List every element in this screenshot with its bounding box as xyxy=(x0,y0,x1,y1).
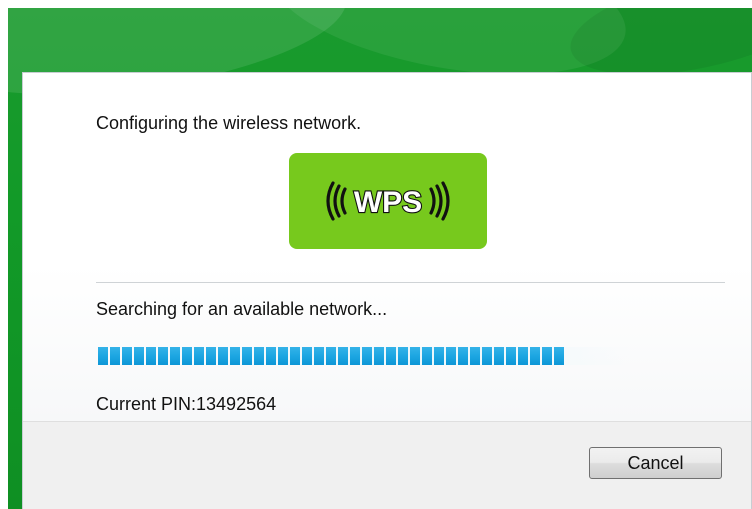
dialog-content: Configuring the wireless network. WPS Se… xyxy=(23,73,751,421)
progress-segment xyxy=(422,347,432,365)
cancel-button[interactable]: Cancel xyxy=(589,447,722,479)
progress-segment xyxy=(458,347,468,365)
progress-segment xyxy=(530,347,540,365)
progress-segment xyxy=(146,347,156,365)
progress-segment xyxy=(326,347,336,365)
progress-segment xyxy=(410,347,420,365)
status-text: Searching for an available network... xyxy=(96,299,388,319)
progress-segment xyxy=(194,347,204,365)
progress-segment xyxy=(134,347,144,365)
progress-segment xyxy=(110,347,120,365)
progress-segment xyxy=(158,347,168,365)
progress-segment xyxy=(122,347,132,365)
progress-segment xyxy=(98,347,108,365)
progress-segment xyxy=(206,347,216,365)
progress-segment xyxy=(482,347,492,365)
current-pin-text: Current PIN:13492564 xyxy=(96,394,277,414)
progress-segment xyxy=(314,347,324,365)
dialog-heading: Configuring the wireless network. xyxy=(96,113,362,133)
progress-segment xyxy=(302,347,312,365)
wps-dialog: Configuring the wireless network. WPS Se… xyxy=(22,72,752,509)
progress-segment xyxy=(386,347,396,365)
progress-segment xyxy=(290,347,300,365)
progress-fill xyxy=(98,347,566,365)
progress-segment xyxy=(254,347,264,365)
wps-logo-icon: WPS xyxy=(289,153,487,249)
progress-segment xyxy=(338,347,348,365)
progress-segment xyxy=(350,347,360,365)
progress-segment xyxy=(230,347,240,365)
progress-segment xyxy=(398,347,408,365)
progress-segment xyxy=(506,347,516,365)
progress-segment xyxy=(554,347,564,365)
progress-segment xyxy=(170,347,180,365)
progress-segment xyxy=(518,347,528,365)
progress-bar xyxy=(98,347,630,365)
progress-segment xyxy=(242,347,252,365)
dialog-footer: Cancel xyxy=(23,421,751,509)
progress-segment xyxy=(278,347,288,365)
progress-segment xyxy=(374,347,384,365)
separator-line xyxy=(96,282,725,283)
progress-segment xyxy=(266,347,276,365)
progress-segment xyxy=(470,347,480,365)
progress-segment xyxy=(542,347,552,365)
progress-segment xyxy=(362,347,372,365)
progress-segment xyxy=(434,347,444,365)
progress-segment xyxy=(494,347,504,365)
progress-segment xyxy=(218,347,228,365)
wps-logo-graphic: WPS xyxy=(326,181,450,221)
progress-segment xyxy=(446,347,456,365)
wps-logo-text: WPS xyxy=(354,186,422,219)
progress-segment xyxy=(182,347,192,365)
